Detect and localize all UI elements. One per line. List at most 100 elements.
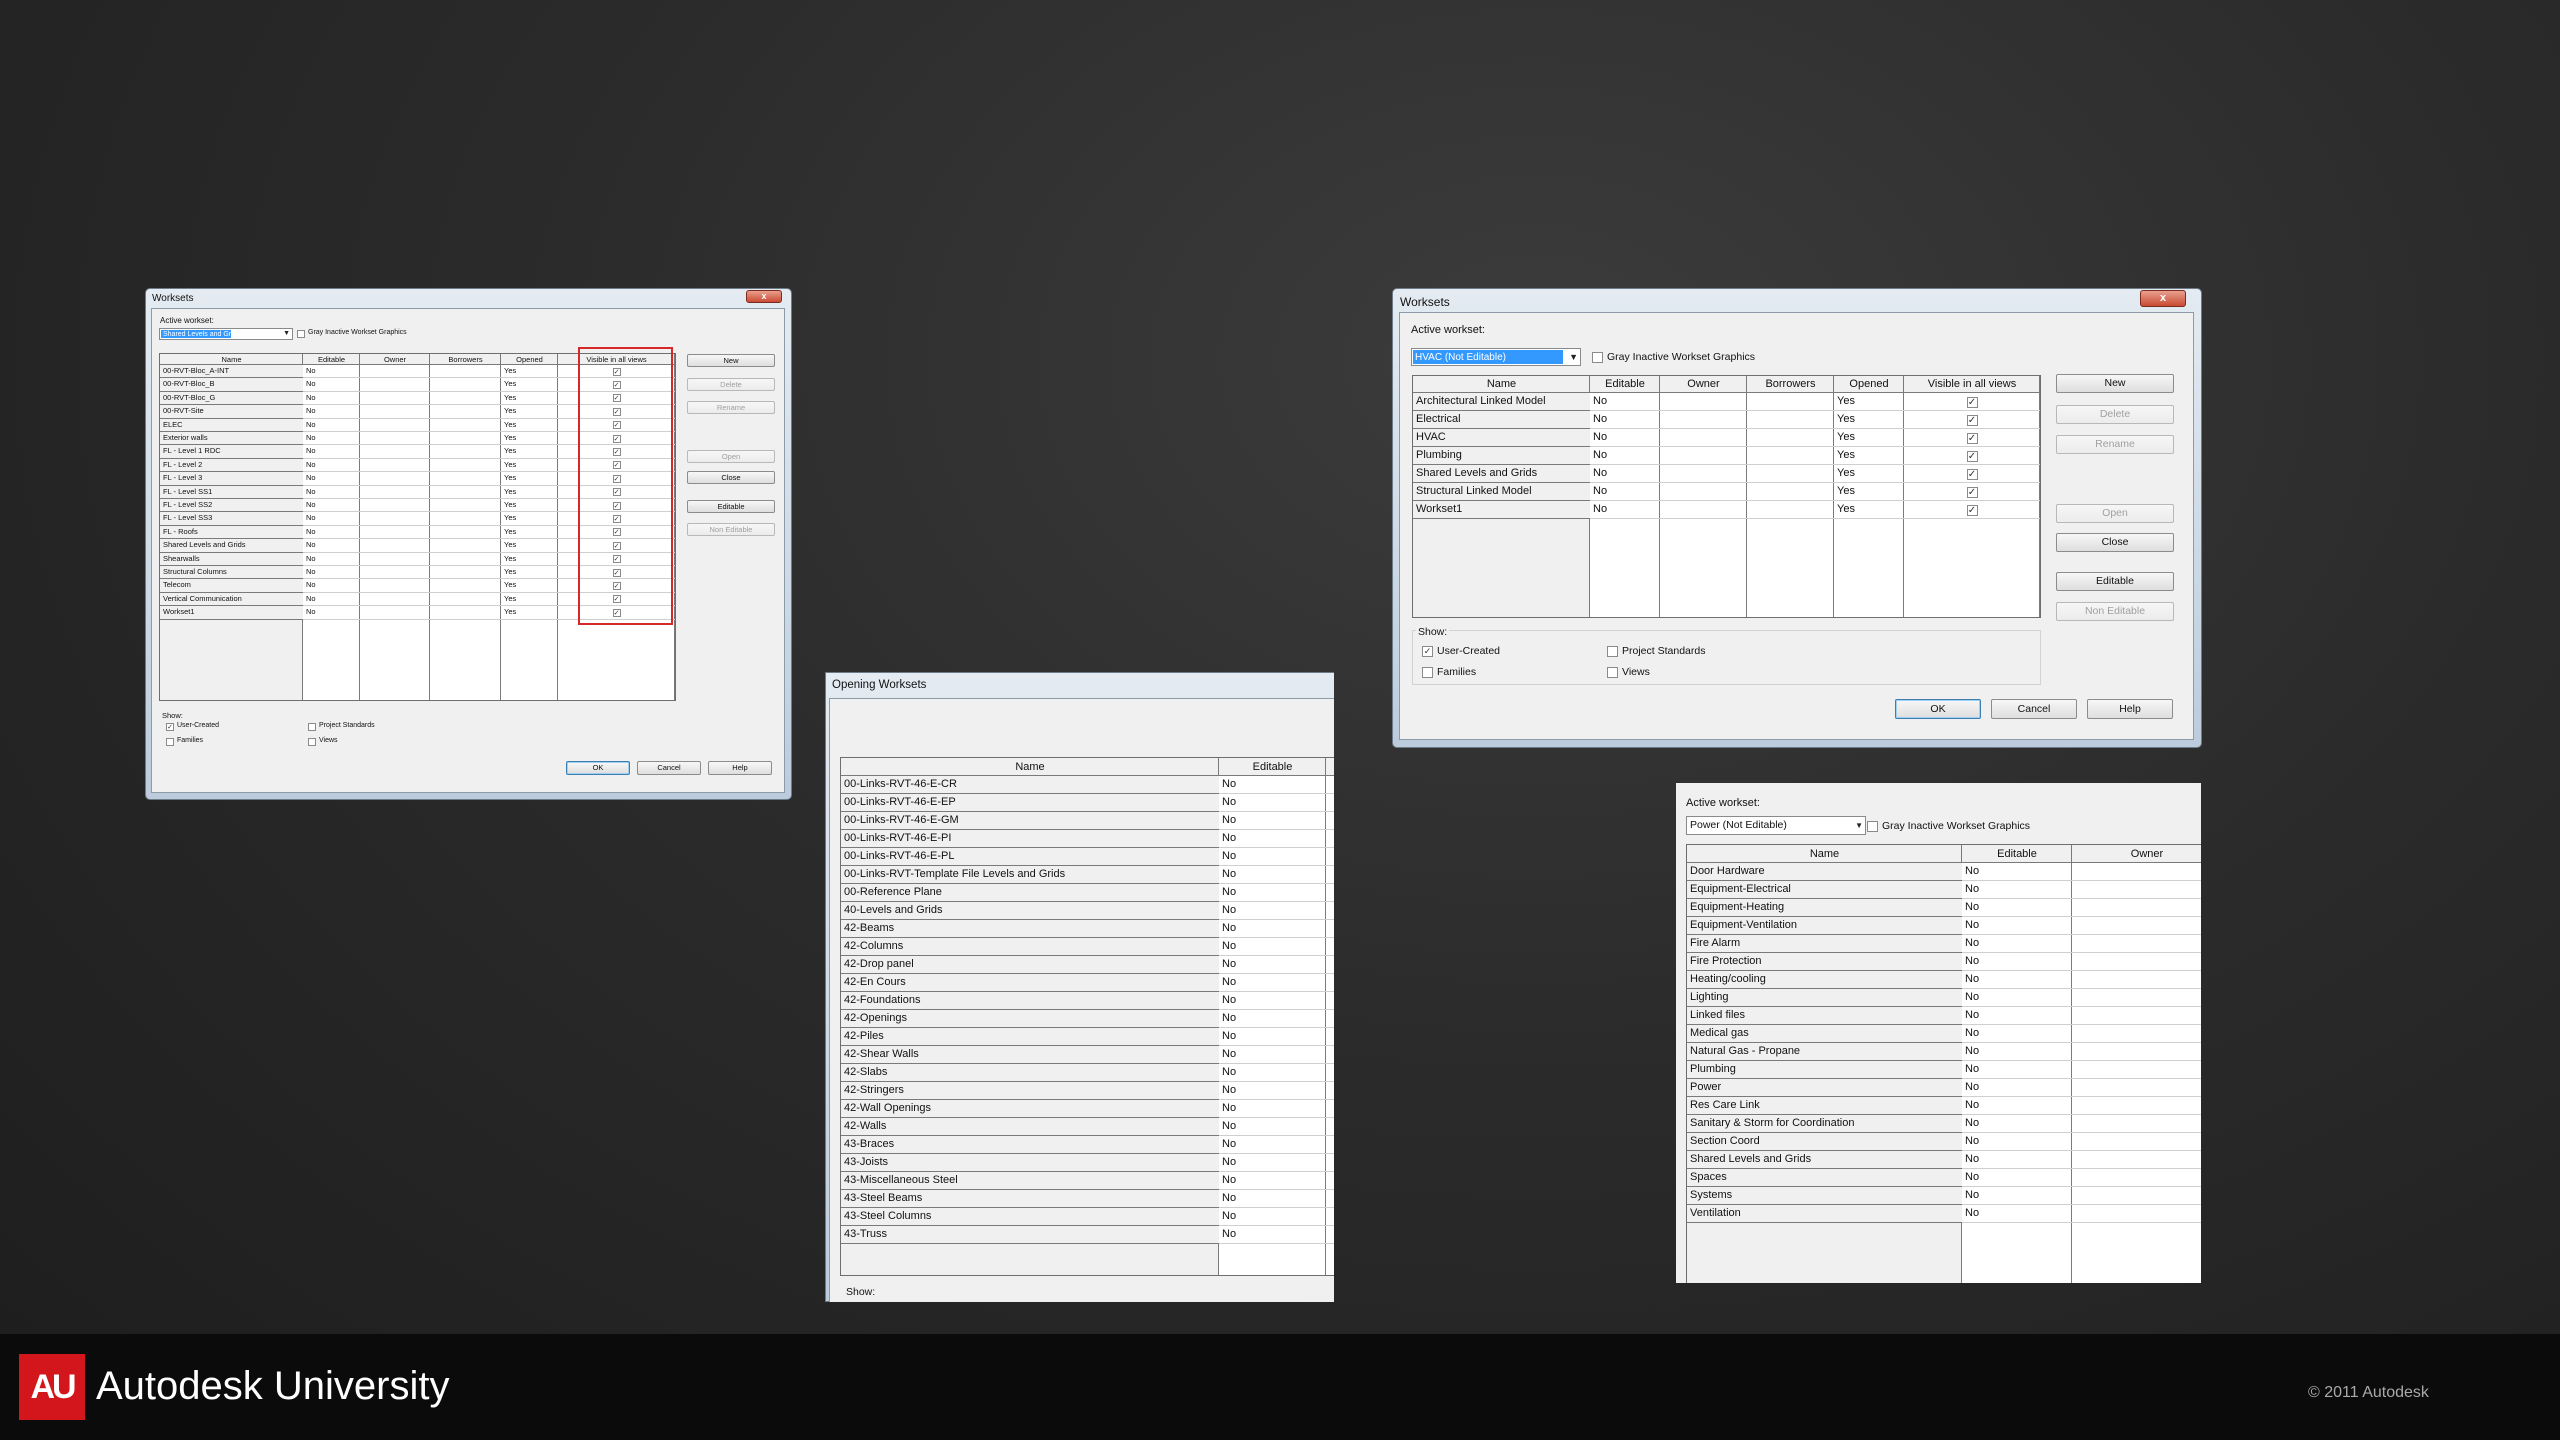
non-editable-button[interactable]: Non Editable [687, 523, 775, 536]
table-row[interactable]: 43-Braces No [841, 1136, 1334, 1154]
workset-name-cell[interactable]: Vertical Communication [160, 592, 303, 607]
workset-name-cell[interactable]: 43-Steel Columns [841, 1208, 1219, 1226]
workset-name-cell[interactable]: Linked files [1687, 1007, 1962, 1025]
table-row[interactable]: 43-Steel Beams No [841, 1190, 1334, 1208]
workset-name-cell[interactable]: Equipment-Electrical [1687, 881, 1962, 899]
workset-name-cell[interactable]: 00-Links-RVT-46-E-CR [841, 776, 1219, 794]
close-workset-button[interactable]: Close [687, 471, 775, 484]
workset-name-cell[interactable]: 42-En Cours [841, 974, 1219, 992]
workset-name-cell[interactable]: 40-Levels and Grids [841, 902, 1219, 920]
table-row[interactable]: Shared Levels and Grids No [1687, 1151, 2201, 1169]
table-row[interactable]: 43-Miscellaneous Steel No [841, 1172, 1334, 1190]
table-row[interactable]: Natural Gas - Propane No [1687, 1043, 2201, 1061]
project-standards-checkbox[interactable] [308, 723, 316, 731]
workset-name-cell[interactable]: FL - Roofs [160, 525, 303, 540]
user-created-checkbox[interactable]: ✓ [166, 723, 174, 731]
workset-name-cell[interactable]: Fire Alarm [1687, 935, 1962, 953]
table-row[interactable]: Sanitary & Storm for Coordination No [1687, 1115, 2201, 1133]
table-row[interactable]: Equipment-Ventilation No [1687, 917, 2201, 935]
new-button[interactable]: New [2056, 374, 2174, 393]
table-row[interactable]: Plumbing No [1687, 1061, 2201, 1079]
table-row[interactable]: Fire Protection No [1687, 953, 2201, 971]
table-row[interactable]: Electrical No Yes ✓ [1413, 411, 2040, 429]
table-row[interactable]: Structural Linked Model No Yes ✓ [1413, 483, 2040, 501]
table-row[interactable]: 00-Links-RVT-46-E-GM No [841, 812, 1334, 830]
project-standards-checkbox[interactable] [1607, 646, 1618, 657]
workset-name-cell[interactable]: 00-Links-RVT-46-E-EP [841, 794, 1219, 812]
table-row[interactable]: Power No [1687, 1079, 2201, 1097]
workset-name-cell[interactable]: 42-Wall Openings [841, 1100, 1219, 1118]
ok-button[interactable]: OK [1895, 699, 1981, 719]
table-row[interactable]: 40-Levels and Grids No [841, 902, 1334, 920]
workset-name-cell[interactable]: Structural Linked Model [1413, 483, 1590, 501]
workset-name-cell[interactable]: Power [1687, 1079, 1962, 1097]
gray-inactive-checkbox[interactable] [297, 330, 305, 338]
active-workset-dropdown[interactable]: Shared Levels and Grids (Not E) ▼ [159, 328, 293, 340]
workset-name-cell[interactable]: 00-Links-RVT-46-E-GM [841, 812, 1219, 830]
workset-name-cell[interactable]: 42-Beams [841, 920, 1219, 938]
table-row[interactable]: 43-Truss No [841, 1226, 1334, 1244]
workset-name-cell[interactable]: FL - Level SS1 [160, 485, 303, 499]
workset-name-cell[interactable]: Spaces [1687, 1169, 1962, 1187]
table-row[interactable]: Plumbing No Yes ✓ [1413, 447, 2040, 465]
editable-button[interactable]: Editable [2056, 572, 2174, 591]
help-button[interactable]: Help [2087, 699, 2173, 719]
table-row[interactable]: Architectural Linked Model No Yes ✓ [1413, 393, 2040, 411]
workset-name-cell[interactable]: 42-Walls [841, 1118, 1219, 1136]
open-button[interactable]: Open [2056, 504, 2174, 523]
cancel-button[interactable]: Cancel [637, 761, 701, 775]
workset-name-cell[interactable]: 42-Shear Walls [841, 1046, 1219, 1064]
workset-name-cell[interactable]: 42-Columns [841, 938, 1219, 956]
workset-name-cell[interactable]: Workset1 [1413, 501, 1590, 519]
workset-name-cell[interactable]: Shared Levels and Grids [1687, 1151, 1962, 1169]
workset-name-cell[interactable]: 00-Reference Plane [841, 884, 1219, 902]
active-workset-dropdown[interactable]: HVAC (Not Editable) ▼ [1411, 348, 1581, 366]
table-row[interactable]: Medical gas No [1687, 1025, 2201, 1043]
workset-name-cell[interactable]: Equipment-Heating [1687, 899, 1962, 917]
workset-name-cell[interactable]: 42-Piles [841, 1028, 1219, 1046]
workset-name-cell[interactable]: Res Care Link [1687, 1097, 1962, 1115]
workset-name-cell[interactable]: 00-RVT-Bloc_A-INT [160, 365, 303, 379]
table-row[interactable]: 42-Openings No [841, 1010, 1334, 1028]
workset-name-cell[interactable]: FL - Level SS2 [160, 499, 303, 513]
workset-name-cell[interactable]: Heating/cooling [1687, 971, 1962, 989]
table-row[interactable]: 00-Links-RVT-46-E-PL No [841, 848, 1334, 866]
workset-name-cell[interactable]: Architectural Linked Model [1413, 393, 1590, 411]
table-row[interactable]: 43-Steel Columns No [841, 1208, 1334, 1226]
ok-button[interactable]: OK [566, 761, 630, 775]
workset-name-cell[interactable]: Shearwalls [160, 552, 303, 566]
table-row[interactable]: 42-Columns No [841, 938, 1334, 956]
workset-name-cell[interactable]: 43-Braces [841, 1136, 1219, 1154]
workset-name-cell[interactable]: 00-RVT-Site [160, 405, 303, 419]
workset-name-cell[interactable]: 43-Steel Beams [841, 1190, 1219, 1208]
workset-name-cell[interactable]: ELEC [160, 418, 303, 432]
workset-name-cell[interactable]: Shared Levels and Grids [160, 539, 303, 553]
table-row[interactable]: 42-Piles No [841, 1028, 1334, 1046]
close-window-button[interactable]: x [746, 290, 782, 303]
workset-name-cell[interactable]: Equipment-Ventilation [1687, 917, 1962, 935]
table-row[interactable]: 42-Walls No [841, 1118, 1334, 1136]
table-row[interactable]: 42-Drop panel No [841, 956, 1334, 974]
table-row[interactable]: Systems No [1687, 1187, 2201, 1205]
non-editable-button[interactable]: Non Editable [2056, 602, 2174, 621]
close-window-button[interactable]: x [2140, 290, 2186, 307]
table-row[interactable]: Res Care Link No [1687, 1097, 2201, 1115]
workset-name-cell[interactable]: 42-Stringers [841, 1082, 1219, 1100]
workset-name-cell[interactable]: Systems [1687, 1187, 1962, 1205]
active-workset-dropdown[interactable]: Power (Not Editable) ▼ [1686, 816, 1866, 835]
workset-name-cell[interactable]: Section Coord [1687, 1133, 1962, 1151]
table-row[interactable]: Equipment-Heating No [1687, 899, 2201, 917]
workset-name-cell[interactable]: Ventilation [1687, 1205, 1962, 1223]
workset-name-cell[interactable]: Shared Levels and Grids [1413, 465, 1590, 483]
table-row[interactable]: HVAC No Yes ✓ [1413, 429, 2040, 447]
table-row[interactable]: 43-Joists No [841, 1154, 1334, 1172]
table-row[interactable]: Linked files No [1687, 1007, 2201, 1025]
open-button[interactable]: Open [687, 450, 775, 463]
help-button[interactable]: Help [708, 761, 772, 775]
workset-name-cell[interactable]: Telecom [160, 579, 303, 593]
table-row[interactable]: 42-Slabs No [841, 1064, 1334, 1082]
table-row[interactable]: 42-Shear Walls No [841, 1046, 1334, 1064]
table-row[interactable]: 00-Links-RVT-Template File Levels and Gr… [841, 866, 1334, 884]
workset-name-cell[interactable]: Lighting [1687, 989, 1962, 1007]
delete-button[interactable]: Delete [2056, 405, 2174, 424]
